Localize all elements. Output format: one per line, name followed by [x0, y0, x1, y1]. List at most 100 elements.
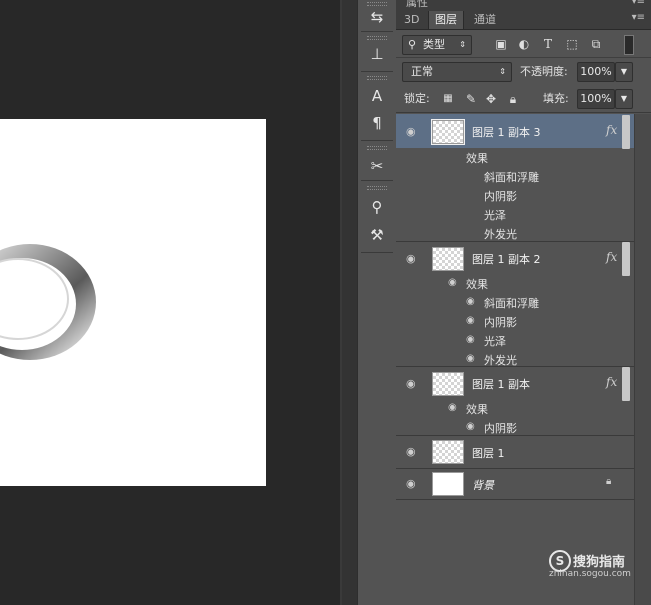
eye-icon[interactable]: ◉	[406, 125, 416, 138]
layer-thumbnail[interactable]	[432, 372, 464, 396]
lock-icon: 🔒︎	[606, 476, 612, 487]
watermark-url: zhinan.sogou.com	[549, 569, 631, 579]
layer-name[interactable]: 背景	[472, 477, 494, 493]
eye-icon[interactable]: ◉	[466, 334, 475, 345]
effects-label: 效果	[466, 278, 488, 291]
fx-icon[interactable]: fx	[606, 123, 617, 137]
eye-icon[interactable]: ◉	[406, 377, 416, 390]
panel-menu-icon[interactable]: ▾≡	[632, 0, 645, 7]
separator	[361, 71, 393, 72]
filter-kind-select[interactable]: ⚲ 类型 ⇕	[402, 35, 472, 55]
opacity-dropdown-button[interactable]: ▼	[615, 62, 633, 82]
clone-source-icon[interactable]: ⊥	[358, 43, 396, 65]
tab-layers[interactable]: 图层	[428, 11, 464, 29]
layer-row[interactable]: ◉ 背景 🔒︎	[396, 469, 634, 500]
blend-mode-value: 正常	[411, 65, 433, 78]
effect-item[interactable]: 斜面和浮雕	[484, 295, 539, 311]
layer-thumbnail[interactable]	[431, 119, 465, 145]
lock-transparent-icon[interactable]: ▦	[440, 91, 456, 107]
eye-icon[interactable]: ◉	[448, 277, 457, 288]
tab-channels[interactable]: 通道	[468, 11, 502, 29]
document-canvas[interactable]	[0, 119, 266, 486]
grip-handle[interactable]	[367, 76, 387, 80]
watermark-brand: 搜狗指南	[573, 555, 626, 570]
tab-bar: 3D 图层 通道 ▾≡	[396, 11, 651, 30]
chevron-updown-icon: ⇕	[459, 40, 466, 49]
layer-thumbnail[interactable]	[432, 247, 464, 271]
eye-icon[interactable]: ◉	[466, 296, 475, 307]
separator	[396, 57, 651, 58]
tab-3d[interactable]: 3D	[398, 11, 425, 29]
opacity-input[interactable]: 100%	[577, 62, 615, 82]
layer-thumbnail[interactable]	[432, 472, 464, 496]
search-icon: ⚲	[408, 38, 417, 51]
blend-mode-select[interactable]: 正常 ⇕	[402, 62, 512, 82]
fx-icon[interactable]: fx	[606, 250, 617, 264]
effect-item[interactable]: 内阴影	[484, 188, 517, 204]
lock-all-icon[interactable]: 🔒︎	[505, 91, 521, 107]
panel-menu-icon[interactable]: ▾≡	[632, 12, 645, 23]
layer-list-scrollbar[interactable]	[634, 114, 651, 605]
separator	[396, 112, 651, 113]
separator	[361, 180, 393, 181]
layer-name[interactable]: 图层 1 副本 2	[472, 251, 541, 267]
effect-item[interactable]: 外发光	[484, 352, 517, 368]
effects-label: 效果	[466, 152, 488, 165]
eye-icon[interactable]: ◉	[406, 252, 416, 265]
tool-presets-icon[interactable]: ⚒	[358, 224, 396, 246]
layer-row[interactable]: ◉ 图层 1 副本 fx ◉ 效果 ◉ 内阴影	[396, 367, 634, 436]
canvas-area[interactable]	[0, 0, 340, 605]
effect-item[interactable]: 内阴影	[484, 420, 517, 436]
type-filter-icon[interactable]: T	[540, 36, 556, 52]
shape-filter-icon[interactable]: ⬚	[564, 36, 580, 52]
layers-panel: 属性 ▾≡ 3D 图层 通道 ▾≡ ⚲ 类型 ⇕ ▣ ◐ T ⬚ ⧉ 正常 ⇕ …	[396, 0, 651, 605]
separator	[361, 140, 393, 141]
fill-input[interactable]: 100%	[577, 89, 615, 109]
fx-icon[interactable]: fx	[606, 375, 617, 389]
layer-thumbnail[interactable]	[432, 440, 464, 464]
tools-icon[interactable]: ✂	[358, 155, 396, 177]
panel-icon-strip: ⇆ ⊥ A ¶ ✂ ⚲ ⚒	[357, 0, 397, 605]
history-icon[interactable]: ⇆	[358, 6, 396, 28]
expand-effects-toggle[interactable]	[622, 242, 630, 276]
smart-object-filter-icon[interactable]: ⧉	[588, 36, 604, 52]
eye-icon[interactable]: ◉	[466, 421, 475, 432]
layer-name[interactable]: 图层 1 副本 3	[472, 124, 541, 140]
eye-icon[interactable]: ◉	[448, 402, 457, 413]
effect-item[interactable]: 内阴影	[484, 314, 517, 330]
fill-label: 填充:	[543, 92, 569, 105]
effect-item[interactable]: 外发光	[484, 226, 517, 242]
lock-label: 锁定:	[404, 92, 430, 105]
panel-header-title: 属性	[406, 0, 428, 9]
expand-effects-toggle[interactable]	[622, 367, 630, 401]
layer-name[interactable]: 图层 1 副本	[472, 376, 530, 392]
eye-icon[interactable]: ◉	[466, 353, 475, 364]
eye-icon[interactable]: ◉	[466, 315, 475, 326]
filter-toggle[interactable]	[624, 35, 634, 55]
layer-row[interactable]: ◉ 图层 1	[396, 436, 634, 469]
lock-pixels-icon[interactable]: ✎	[463, 91, 479, 107]
grip-handle[interactable]	[367, 186, 387, 190]
layer-row[interactable]: ◉ 图层 1 副本 3 fx 效果 斜面和浮雕 内阴影 光泽 外发光	[396, 114, 634, 242]
separator	[361, 31, 393, 32]
eye-icon[interactable]: ◉	[406, 477, 416, 490]
eye-icon[interactable]: ◉	[406, 445, 416, 458]
fill-dropdown-button[interactable]: ▼	[615, 89, 633, 109]
effects-label: 效果	[466, 403, 488, 416]
lock-position-icon[interactable]: ✥	[483, 91, 499, 107]
paragraph-icon[interactable]: ¶	[358, 112, 396, 134]
effect-item[interactable]: 斜面和浮雕	[484, 169, 539, 185]
opacity-label: 不透明度:	[520, 65, 568, 78]
expand-effects-toggle[interactable]	[622, 115, 630, 149]
brush-presets-icon[interactable]: ⚲	[358, 196, 396, 218]
effect-item[interactable]: 光泽	[484, 333, 506, 349]
grip-handle[interactable]	[367, 36, 387, 40]
layer-name[interactable]: 图层 1	[472, 445, 505, 461]
layer-row[interactable]: ◉ 图层 1 副本 2 fx ◉ 效果 ◉ 斜面和浮雕 ◉ 内阴影 ◉ 光泽 ◉…	[396, 242, 634, 367]
adjustment-filter-icon[interactable]: ◐	[516, 36, 532, 52]
effect-item[interactable]: 光泽	[484, 207, 506, 223]
character-icon[interactable]: A	[358, 85, 396, 107]
panel-divider	[342, 0, 357, 605]
grip-handle[interactable]	[367, 146, 387, 150]
image-filter-icon[interactable]: ▣	[493, 36, 509, 52]
